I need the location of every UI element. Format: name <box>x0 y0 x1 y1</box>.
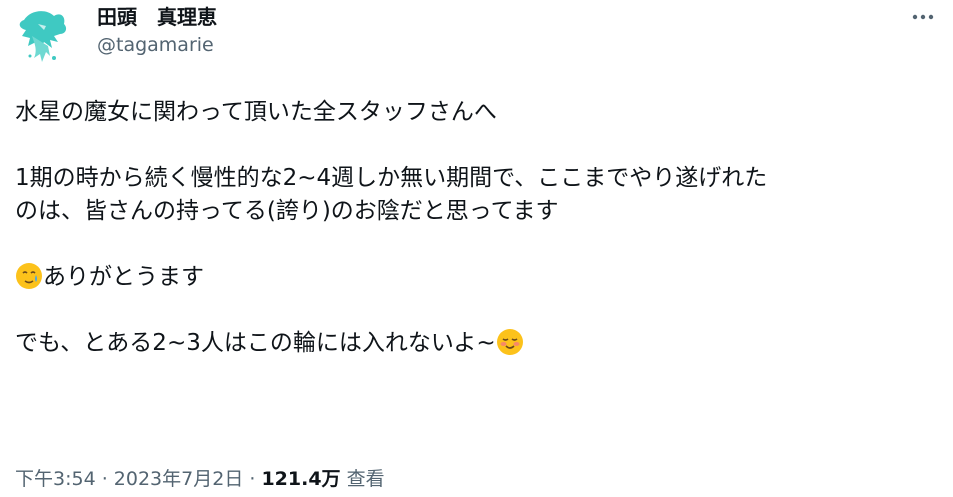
display-name[interactable]: 田頭 真理恵 <box>97 4 217 30</box>
tweet-line: のは、皆さんの持ってる(誇り)のお陰だと思ってます <box>15 198 559 224</box>
smiling-face-icon <box>496 329 523 355</box>
tweet-meta: 下午3:54 · 2023年7月2日 · 121.4万 查看 <box>15 466 385 492</box>
tweet-date[interactable]: 2023年7月2日 <box>114 468 244 490</box>
tweet-time[interactable]: 下午3:54 <box>15 468 96 490</box>
more-horizontal-icon <box>912 14 934 20</box>
more-button[interactable] <box>905 4 941 30</box>
views-label: 查看 <box>340 468 385 490</box>
separator: · <box>243 468 262 490</box>
face-holding-back-tears-icon <box>16 263 42 289</box>
author-block: 田頭 真理恵 @tagamarie <box>97 4 217 58</box>
tweet-line-with-emoji: ありがとうます <box>15 261 935 294</box>
views-count: 121.4万 <box>261 468 341 490</box>
tweet: 田頭 真理恵 @tagamarie 水星の魔女に関わって頂いた全スタッフさんへ … <box>0 0 953 497</box>
tweet-line-text: ありがとうます <box>43 264 204 290</box>
tweet-line: 水星の魔女に関わって頂いた全スタッフさんへ <box>15 99 497 125</box>
tweet-line-with-emoji: でも、とある2~3人はこの輪には入れないよ~ <box>15 327 935 360</box>
tweet-text: 水星の魔女に関わって頂いた全スタッフさんへ 1期の時から続く慢性的な2~4週しか… <box>15 96 935 360</box>
user-handle[interactable]: @tagamarie <box>97 32 217 58</box>
avatar[interactable] <box>10 6 72 68</box>
separator: · <box>95 468 114 490</box>
tweet-line-text: でも、とある2~3人はこの輪には入れないよ~ <box>15 330 496 356</box>
tweet-line: 1期の時から続く慢性的な2~4週しか無い期間で、ここまでやり遂げれた <box>15 165 768 191</box>
avatar-image <box>10 6 72 68</box>
